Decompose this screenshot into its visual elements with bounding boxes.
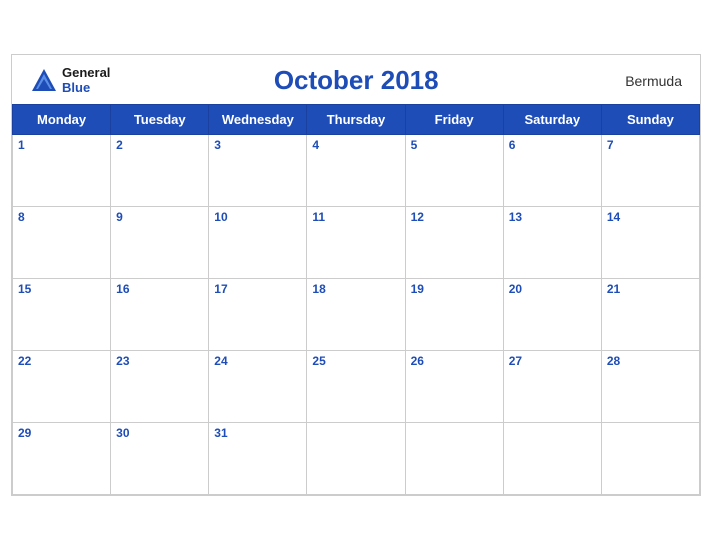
calendar-day-cell: 31 <box>209 423 307 495</box>
header-tuesday: Tuesday <box>111 105 209 135</box>
calendar-day-cell: 19 <box>405 279 503 351</box>
day-number: 2 <box>116 138 203 152</box>
day-number: 5 <box>411 138 498 152</box>
day-number: 10 <box>214 210 301 224</box>
header-monday: Monday <box>13 105 111 135</box>
header-wednesday: Wednesday <box>209 105 307 135</box>
calendar-week-row: 15 16 17 18 19 20 21 <box>13 279 700 351</box>
calendar-day-cell: 3 <box>209 135 307 207</box>
day-number: 14 <box>607 210 694 224</box>
header-saturday: Saturday <box>503 105 601 135</box>
day-number: 7 <box>607 138 694 152</box>
logo: General Blue <box>30 66 110 95</box>
header-friday: Friday <box>405 105 503 135</box>
day-number: 12 <box>411 210 498 224</box>
calendar-day-cell: 8 <box>13 207 111 279</box>
day-number: 8 <box>18 210 105 224</box>
calendar-day-cell: 14 <box>601 207 699 279</box>
day-number: 4 <box>312 138 399 152</box>
weekday-header-row: Monday Tuesday Wednesday Thursday Friday… <box>13 105 700 135</box>
calendar-day-cell: 5 <box>405 135 503 207</box>
calendar-day-cell: 20 <box>503 279 601 351</box>
calendar-day-cell: 2 <box>111 135 209 207</box>
day-number: 16 <box>116 282 203 296</box>
calendar-day-cell: 4 <box>307 135 405 207</box>
day-number: 18 <box>312 282 399 296</box>
day-number: 24 <box>214 354 301 368</box>
calendar-week-row: 29 30 31 <box>13 423 700 495</box>
calendar-table: Monday Tuesday Wednesday Thursday Friday… <box>12 104 700 495</box>
calendar-day-cell: 17 <box>209 279 307 351</box>
calendar-day-cell: 25 <box>307 351 405 423</box>
calendar-day-cell <box>405 423 503 495</box>
calendar-day-cell: 6 <box>503 135 601 207</box>
logo-text: General Blue <box>62 66 110 95</box>
calendar-day-cell: 29 <box>13 423 111 495</box>
calendar: General Blue October 2018 Bermuda Monday… <box>11 54 701 496</box>
day-number: 20 <box>509 282 596 296</box>
calendar-day-cell: 9 <box>111 207 209 279</box>
calendar-day-cell <box>503 423 601 495</box>
logo-blue-text: Blue <box>62 81 110 95</box>
region-label: Bermuda <box>602 73 682 89</box>
logo-general-text: General <box>62 66 110 80</box>
day-number: 23 <box>116 354 203 368</box>
calendar-day-cell: 30 <box>111 423 209 495</box>
day-number: 29 <box>18 426 105 440</box>
day-number: 13 <box>509 210 596 224</box>
calendar-day-cell: 1 <box>13 135 111 207</box>
calendar-day-cell: 21 <box>601 279 699 351</box>
calendar-day-cell: 11 <box>307 207 405 279</box>
day-number: 21 <box>607 282 694 296</box>
calendar-day-cell: 7 <box>601 135 699 207</box>
calendar-day-cell: 28 <box>601 351 699 423</box>
calendar-day-cell: 23 <box>111 351 209 423</box>
calendar-day-cell: 15 <box>13 279 111 351</box>
calendar-week-row: 1234567 <box>13 135 700 207</box>
calendar-day-cell: 16 <box>111 279 209 351</box>
day-number: 25 <box>312 354 399 368</box>
calendar-day-cell: 26 <box>405 351 503 423</box>
logo-icon <box>30 67 58 95</box>
day-number: 31 <box>214 426 301 440</box>
calendar-week-row: 22 23 24 25 26 27 28 <box>13 351 700 423</box>
day-number: 22 <box>18 354 105 368</box>
month-title: October 2018 <box>110 65 602 96</box>
day-number: 11 <box>312 210 399 224</box>
calendar-day-cell <box>307 423 405 495</box>
calendar-day-cell: 10 <box>209 207 307 279</box>
calendar-day-cell: 27 <box>503 351 601 423</box>
day-number: 9 <box>116 210 203 224</box>
calendar-day-cell: 12 <box>405 207 503 279</box>
calendar-day-cell: 18 <box>307 279 405 351</box>
day-number: 26 <box>411 354 498 368</box>
day-number: 30 <box>116 426 203 440</box>
header-sunday: Sunday <box>601 105 699 135</box>
calendar-body: 1234567891011121314151617181920212223242… <box>13 135 700 495</box>
calendar-day-cell: 24 <box>209 351 307 423</box>
calendar-day-cell: 22 <box>13 351 111 423</box>
day-number: 1 <box>18 138 105 152</box>
header-thursday: Thursday <box>307 105 405 135</box>
day-number: 19 <box>411 282 498 296</box>
calendar-day-cell <box>601 423 699 495</box>
day-number: 3 <box>214 138 301 152</box>
calendar-day-cell: 13 <box>503 207 601 279</box>
day-number: 27 <box>509 354 596 368</box>
day-number: 17 <box>214 282 301 296</box>
day-number: 28 <box>607 354 694 368</box>
calendar-week-row: 89 10 11 12 13 14 <box>13 207 700 279</box>
calendar-header: General Blue October 2018 Bermuda <box>12 55 700 104</box>
day-number: 15 <box>18 282 105 296</box>
day-number: 6 <box>509 138 596 152</box>
